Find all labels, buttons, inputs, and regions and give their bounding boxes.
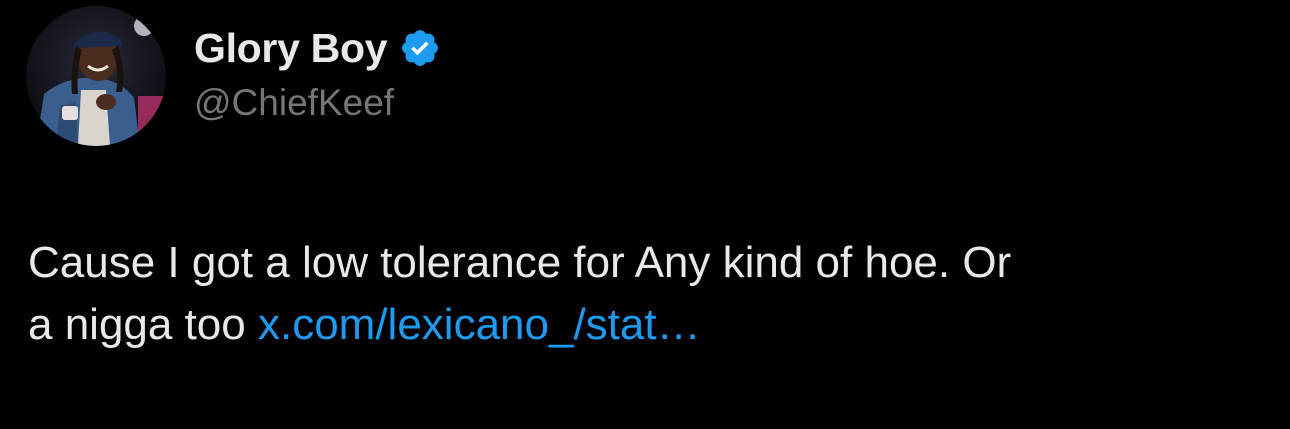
tweet-author: Glory Boy @ChiefKeef [194, 20, 441, 124]
avatar[interactable] [26, 6, 166, 146]
tweet-text: Cause I got a low tolerance for Any kind… [28, 232, 1258, 356]
avatar-image [26, 6, 166, 146]
tweet-card: Glory Boy @ChiefKeef Cause I got a low t… [0, 0, 1290, 429]
user-handle[interactable]: @ChiefKeef [194, 82, 441, 124]
name-row: Glory Boy [194, 20, 441, 76]
tweet-text-line-2: a nigga too [28, 300, 258, 349]
tweet-link[interactable]: x.com/lexicano_/stat… [258, 300, 701, 349]
verified-badge-icon[interactable] [399, 27, 441, 69]
display-name[interactable]: Glory Boy [194, 25, 388, 72]
tweet-text-line-1: Cause I got a low tolerance for Any kind… [28, 238, 1012, 287]
